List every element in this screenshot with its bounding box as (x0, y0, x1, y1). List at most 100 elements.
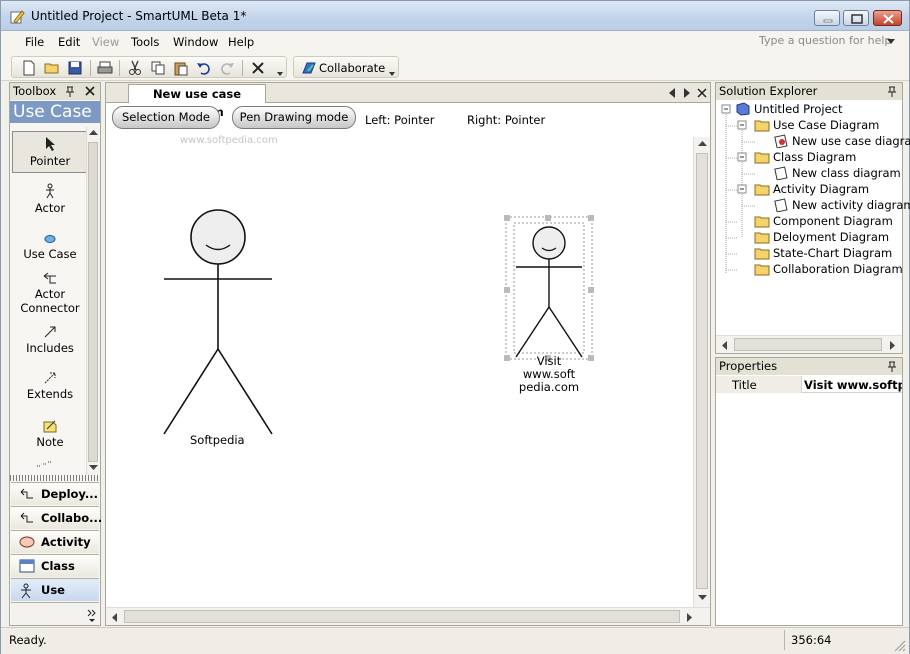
scroll-thumb[interactable] (88, 142, 98, 462)
tree-item-component-diagram[interactable]: Component Diagram (754, 214, 893, 228)
tool-label: Includes (26, 341, 74, 355)
close-pane-icon[interactable] (85, 86, 95, 96)
tree-item-new-class-diagram[interactable]: New class diagram (774, 166, 901, 180)
properties-header: Properties (716, 358, 902, 375)
menu-view[interactable]: View (92, 35, 119, 49)
tool-pointer[interactable]: Pointer (12, 131, 88, 173)
cut-icon[interactable] (127, 60, 143, 76)
toolbar-overflow-icon[interactable] (388, 62, 396, 78)
scroll-up-icon[interactable] (89, 130, 98, 136)
actor-label-line: pedia.com (518, 380, 580, 394)
splitter-grip[interactable] (10, 475, 100, 481)
tab-scroll-right-icon[interactable] (683, 88, 690, 98)
collaborate-button[interactable]: Collaborate (319, 61, 385, 75)
category-label: Class (41, 559, 75, 573)
folder-icon (754, 152, 770, 164)
paste-icon[interactable] (173, 60, 189, 76)
menu-tools[interactable]: Tools (131, 35, 159, 49)
menu-edit[interactable]: Edit (58, 35, 80, 49)
category-collaboration[interactable]: Collabo... (11, 506, 102, 529)
pin-icon[interactable] (887, 361, 897, 372)
pin-icon[interactable] (65, 86, 75, 97)
delete-icon[interactable] (250, 60, 266, 76)
toolbar-overflow-icon[interactable] (276, 62, 284, 78)
diagram-icon (774, 166, 788, 180)
tree-label: Activity Diagram (773, 182, 870, 196)
scroll-down-icon[interactable] (89, 465, 98, 471)
document-area: New use case diagram Selection Mode Pen … (105, 82, 711, 626)
chevron-right-icon[interactable] (87, 608, 97, 622)
scroll-right-icon[interactable] (889, 341, 895, 350)
minimize-button[interactable] (814, 10, 840, 26)
tree-item-activity-diagram[interactable]: Activity Diagram (754, 182, 870, 196)
category-use-case[interactable]: Use Case (11, 578, 99, 619)
scroll-left-icon[interactable] (722, 341, 728, 350)
menu-window[interactable]: Window (173, 35, 218, 49)
close-document-icon[interactable] (697, 88, 707, 98)
tool-actor[interactable]: Actor (12, 183, 88, 221)
resize-grip-icon[interactable] (894, 640, 906, 652)
menu-file[interactable]: File (25, 35, 44, 49)
tree-item-project[interactable]: Untitled Project (736, 102, 843, 116)
help-dropdown-arrow-icon[interactable] (887, 39, 895, 45)
copy-icon[interactable] (150, 60, 166, 76)
category-class[interactable]: Class (11, 554, 99, 577)
properties-panel: Properties Title Visit www.softped (715, 357, 903, 626)
close-button[interactable] (873, 10, 902, 26)
category-overflow[interactable] (11, 602, 99, 625)
pin-icon[interactable] (887, 86, 897, 97)
redo-icon[interactable] (219, 60, 235, 76)
save-icon[interactable] (67, 60, 83, 76)
menu-help[interactable]: Help (228, 35, 254, 49)
toolbox-scrollbar[interactable] (86, 127, 99, 475)
diagram-canvas[interactable]: Softpedia Visit www.soft pedia.com (106, 133, 692, 607)
tree-label: Use Case Diagram (773, 118, 880, 132)
deployment-icon (20, 488, 33, 499)
tool-includes[interactable]: Includes (12, 325, 88, 363)
maximize-button[interactable] (843, 10, 869, 26)
tree-item-state-chart-diagram[interactable]: State-Chart Diagram (754, 246, 892, 260)
scroll-up-icon[interactable] (698, 141, 707, 147)
tree-item-deployment-diagram[interactable]: Deloyment Diagram (754, 230, 889, 244)
print-icon[interactable] (97, 60, 113, 76)
tool-use-case[interactable]: Use Case (12, 231, 88, 269)
new-file-icon[interactable] (21, 60, 37, 76)
tree-item-class-diagram[interactable]: Class Diagram (754, 150, 856, 164)
tool-actor-connector[interactable]: Actor Connector (12, 271, 88, 317)
diagram-icon (774, 198, 788, 212)
tree-item-new-use-case-diagram[interactable]: New use case diagram (774, 134, 910, 148)
tree-horizontal-scrollbar[interactable] (716, 335, 902, 353)
pen-drawing-mode-button[interactable]: Pen Drawing mode (232, 106, 356, 129)
tree-item-collaboration-diagram[interactable]: Collaboration Diagram (754, 262, 903, 276)
collaborate-icon[interactable] (301, 60, 317, 76)
actor-visit-selected[interactable] (504, 215, 596, 363)
scroll-left-icon[interactable] (112, 613, 118, 622)
actor-softpedia[interactable] (158, 207, 278, 439)
tree-item-new-activity-diagram[interactable]: New activity diagram (774, 198, 910, 212)
category-activity[interactable]: Activity (11, 530, 99, 553)
category-deployment[interactable]: Deploy... (11, 482, 99, 505)
canvas-vertical-scrollbar[interactable] (693, 137, 710, 607)
pointer-icon (46, 137, 55, 151)
scroll-right-icon[interactable] (686, 613, 692, 622)
scroll-thumb[interactable] (696, 153, 708, 589)
window-title: Untitled Project - SmartUML Beta 1* (31, 9, 247, 23)
tree-item-use-case-diagram[interactable]: Use Case Diagram (754, 118, 880, 132)
scroll-thumb[interactable] (734, 338, 882, 351)
title-bar[interactable]: Untitled Project - SmartUML Beta 1* (1, 1, 909, 31)
undo-icon[interactable] (196, 60, 212, 76)
property-value[interactable]: Visit www.softped (804, 378, 902, 392)
scroll-down-icon[interactable] (698, 595, 707, 601)
tool-note[interactable]: Note (12, 419, 88, 457)
category-label: Deploy... (41, 487, 98, 501)
solution-explorer-label: Solution Explorer (719, 84, 818, 98)
tool-extends[interactable]: Extends (12, 371, 88, 409)
scroll-thumb[interactable] (124, 610, 680, 623)
open-folder-icon[interactable] (44, 60, 60, 76)
selection-mode-button[interactable]: Selection Mode (112, 106, 220, 129)
tab-scroll-left-icon[interactable] (669, 88, 676, 98)
property-row[interactable]: Title Visit www.softped (716, 376, 902, 393)
help-search-input[interactable]: Type a question for help (759, 34, 899, 50)
tab-new-use-case-diagram[interactable]: New use case diagram (128, 84, 266, 119)
canvas-horizontal-scrollbar[interactable] (106, 607, 710, 625)
